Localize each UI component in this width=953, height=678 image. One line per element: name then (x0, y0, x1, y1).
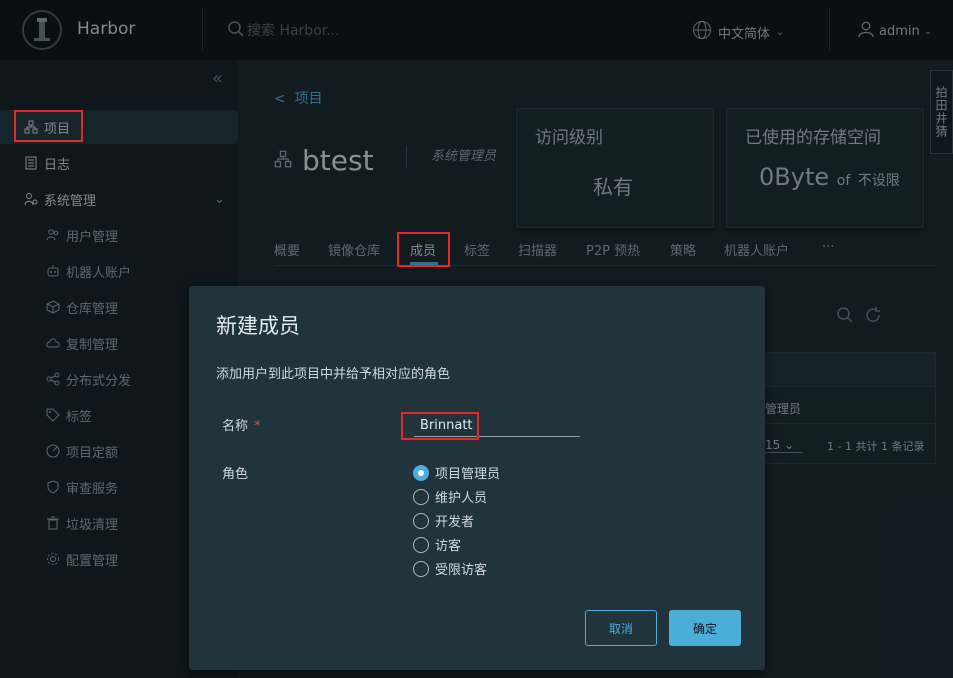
role-option-developer[interactable]: 开发者 (413, 511, 474, 530)
radio-checked-icon[interactable] (413, 464, 429, 481)
required-mark: * (254, 419, 261, 434)
role-option-guest[interactable]: 访客 (413, 535, 461, 554)
radio-icon[interactable] (413, 512, 429, 529)
radio-icon[interactable] (413, 488, 429, 505)
role-option-label: 受限访客 (435, 563, 488, 578)
name-label-text: 名称 (222, 419, 249, 434)
role-option-label: 维护人员 (435, 491, 488, 506)
role-option-label: 开发者 (435, 515, 475, 530)
role-option-project-admin[interactable]: 项目管理员 (413, 463, 500, 482)
highlight-box (397, 232, 450, 267)
radio-icon[interactable] (413, 560, 429, 577)
dialog-description: 添加用户到此项目中并给予相对应的角色 (216, 367, 451, 382)
dialog-title: 新建成员 (216, 314, 300, 338)
role-label: 角色 (222, 467, 249, 482)
role-option-label: 项目管理员 (435, 467, 501, 482)
new-member-dialog: 新建成员 添加用户到此项目中并给予相对应的角色 名称 * 角色 项目管理员 维护人… (189, 286, 765, 670)
ok-button[interactable]: 确定 (669, 610, 741, 646)
role-option-label: 访客 (435, 539, 462, 554)
role-option-maintainer[interactable]: 维护人员 (413, 487, 487, 506)
name-label: 名称 * (222, 415, 261, 434)
highlight-box (401, 412, 479, 440)
radio-icon[interactable] (413, 536, 429, 553)
role-option-limited-guest[interactable]: 受限访客 (413, 559, 487, 578)
highlight-box (14, 110, 83, 142)
cancel-button[interactable]: 取消 (585, 610, 657, 646)
